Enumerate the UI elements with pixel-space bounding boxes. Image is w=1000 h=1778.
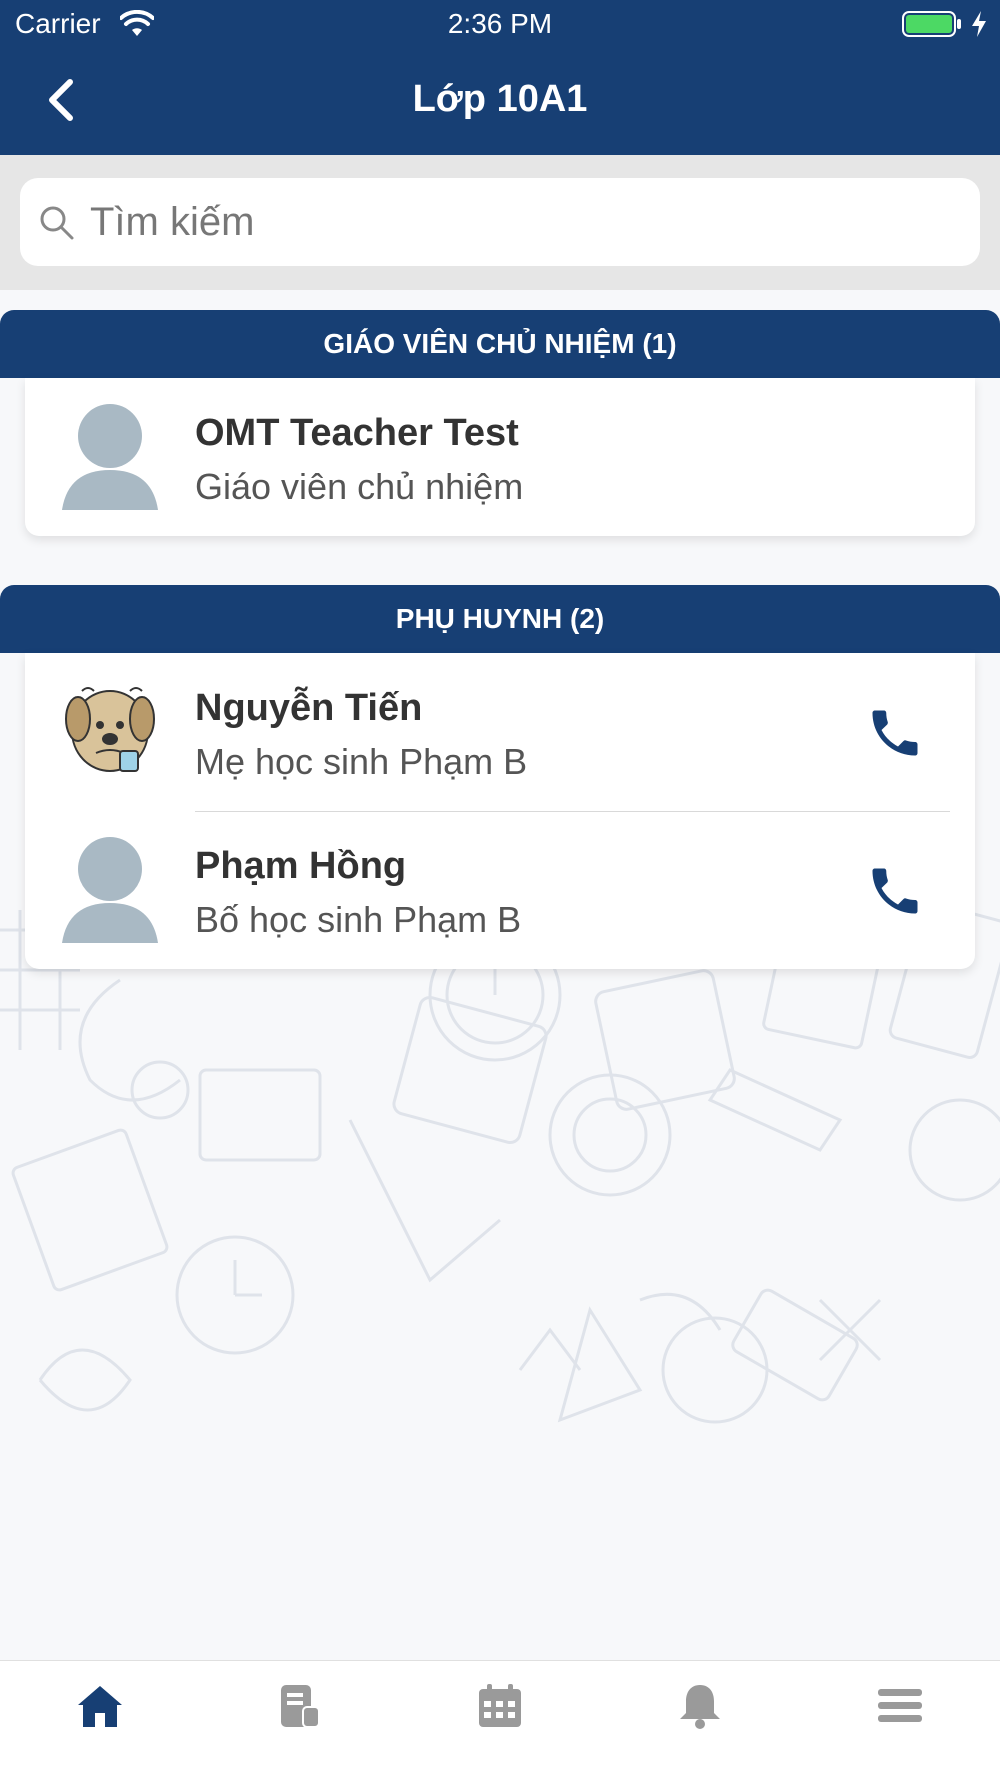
phone-icon: [872, 710, 918, 756]
battery-icon: [902, 11, 961, 37]
tab-menu[interactable]: [800, 1681, 1000, 1761]
phone-icon: [872, 868, 918, 914]
default-avatar-icon: [62, 404, 158, 510]
contact-list: OMT Teacher Test Giáo viên chủ nhiệm: [25, 378, 975, 536]
section-homeroom-teacher: GIÁO VIÊN CHỦ NHIỆM (1) OMT Teacher Test…: [0, 310, 1000, 536]
contact-name: OMT Teacher Test: [195, 412, 519, 454]
calendar-icon: [479, 1684, 521, 1727]
section-parents: PHỤ HUYNH (2) Nguyễn Tiến Mẹ học sinh Ph…: [0, 585, 1000, 969]
cartoon-dog-avatar: [65, 687, 155, 772]
search-bar: [0, 155, 1000, 290]
tab-bar: [0, 1660, 1000, 1778]
menu-icon: [878, 1689, 922, 1722]
default-avatar-icon: [62, 837, 158, 943]
phone-call-button[interactable]: [865, 861, 925, 921]
status-bar: Carrier 2:36 PM: [0, 0, 1000, 50]
contact-role: Bố học sinh Phạm B: [195, 899, 522, 940]
contact-role: Mẹ học sinh Phạm B: [195, 741, 528, 782]
navigation-header: Carrier 2:36 PM Lớp 10A1: [0, 0, 1000, 155]
bell-icon: [680, 1685, 720, 1729]
page-title: Lớp 10A1: [412, 78, 588, 120]
search-field[interactable]: [20, 178, 980, 266]
tab-notifications[interactable]: [600, 1681, 800, 1761]
contact-row[interactable]: Phạm Hồng Bố học sinh Phạm B: [25, 811, 975, 969]
contact-name: Phạm Hồng: [195, 845, 407, 887]
document-icon: [281, 1685, 320, 1728]
tab-home[interactable]: [0, 1681, 200, 1761]
phone-call-button[interactable]: [865, 703, 925, 763]
charging-icon: [972, 11, 986, 37]
search-icon: [40, 206, 74, 240]
search-input[interactable]: [90, 178, 960, 266]
contact-name: Nguyễn Tiến: [195, 687, 423, 729]
contact-row[interactable]: OMT Teacher Test Giáo viên chủ nhiệm: [25, 378, 975, 536]
tab-calendar[interactable]: [400, 1681, 600, 1761]
status-time: 2:36 PM: [447, 8, 553, 39]
tab-documents[interactable]: [200, 1681, 400, 1761]
section-header: PHỤ HUYNH (2): [0, 585, 1000, 653]
home-icon: [78, 1686, 122, 1727]
contact-row[interactable]: Nguyễn Tiến Mẹ học sinh Phạm B: [25, 653, 975, 811]
contact-list: Nguyễn Tiến Mẹ học sinh Phạm B Phạm Hồng…: [25, 653, 975, 969]
contact-role: Giáo viên chủ nhiệm: [195, 466, 524, 507]
section-header: GIÁO VIÊN CHỦ NHIỆM (1): [0, 310, 1000, 378]
